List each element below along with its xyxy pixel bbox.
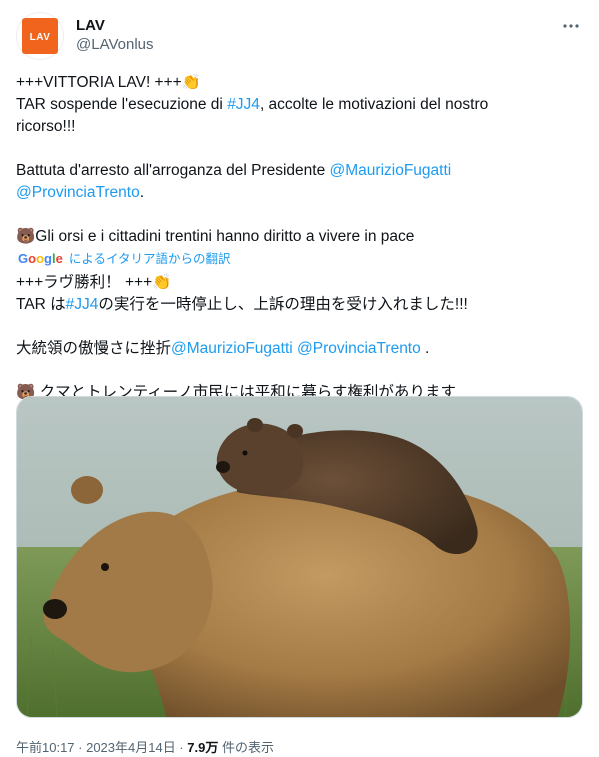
views-count: 7.9万 xyxy=(187,740,219,755)
mention-link[interactable]: @ProvinciaTrento xyxy=(297,340,421,357)
display-name[interactable]: LAV xyxy=(76,16,154,35)
avatar[interactable]: LAV xyxy=(16,12,64,60)
tweet-line-3: ricorso!!! xyxy=(16,118,76,135)
more-horizontal-icon[interactable] xyxy=(559,14,583,38)
mention-link[interactable]: @MaurizioFugatti xyxy=(171,340,293,357)
translation-attribution[interactable]: Google によるイタリア語からの翻訳 xyxy=(18,248,583,270)
translation-line-2: TAR は#JJ4の実行を一時停止し、上訴の理由を受け入れました!!! xyxy=(16,294,583,316)
lav-logo-icon: LAV xyxy=(22,18,58,54)
hashtag-link[interactable]: #JJ4 xyxy=(66,296,99,313)
translation-line-2-text-a: TAR は xyxy=(16,296,66,313)
tweet-line-5: @ProvinciaTrento. xyxy=(16,182,583,204)
translation-label: によるイタリア語からの翻訳 xyxy=(68,252,231,266)
tweet-line-6: 🐻Gli orsi e i cittadini trentini hanno d… xyxy=(16,228,415,245)
tweet-text: +++VITTORIA LAV! +++👏 TAR sospende l'ese… xyxy=(16,72,583,404)
translation-line-1: +++ラヴ勝利！ +++👏 xyxy=(16,274,172,291)
tweet-line-4: Battuta d'arresto all'arroganza del Pres… xyxy=(16,160,583,182)
bear-photo[interactable] xyxy=(16,396,583,718)
hashtag-link[interactable]: #JJ4 xyxy=(227,96,260,113)
translation-line-3-text-b: . xyxy=(420,340,430,357)
tweet-line-1: +++VITTORIA LAV! +++👏 xyxy=(16,74,202,91)
google-logo-icon: Google xyxy=(18,251,63,266)
tweet-footer: 午前10:17 · 2023年4月14日 · 7.9万 件の表示 xyxy=(16,737,274,756)
user-handle[interactable]: @LAVonlus xyxy=(76,35,154,54)
views-label: 件の表示 xyxy=(218,740,274,755)
mention-link[interactable]: @MaurizioFugatti xyxy=(330,162,452,179)
tweet-header: LAV LAV @LAVonlus xyxy=(16,12,583,60)
tweet-line-2: TAR sospende l'esecuzione di #JJ4, accol… xyxy=(16,94,583,116)
translation-line-3-text-a: 大統領の傲慢さに挫折 xyxy=(16,340,172,357)
tweet-line-2-text-b: , accolte le motivazioni del nostro xyxy=(259,96,489,113)
tweet-line-2-text-a: TAR sospende l'esecuzione di xyxy=(16,96,228,113)
translation-line-2-text-b: の実行を一時停止し、上訴の理由を受け入れました!!! xyxy=(98,296,468,313)
tweet-line-4-text: Battuta d'arresto all'arroganza del Pres… xyxy=(16,162,330,179)
bear-photo-illustration xyxy=(17,397,582,717)
tweet-card: LAV LAV @LAVonlus +++VITTORIA LAV! +++👏 … xyxy=(0,0,599,757)
svg-text:LAV: LAV xyxy=(30,32,51,43)
author-names: LAV @LAVonlus xyxy=(76,16,154,54)
translation-line-3: 大統領の傲慢さに挫折@MaurizioFugatti @ProvinciaTre… xyxy=(16,338,583,360)
timestamp[interactable]: 午前10:17 · 2023年4月14日 · xyxy=(16,740,187,755)
tweet-line-5-text: . xyxy=(139,184,145,201)
mention-link[interactable]: @ProvinciaTrento xyxy=(16,184,140,201)
